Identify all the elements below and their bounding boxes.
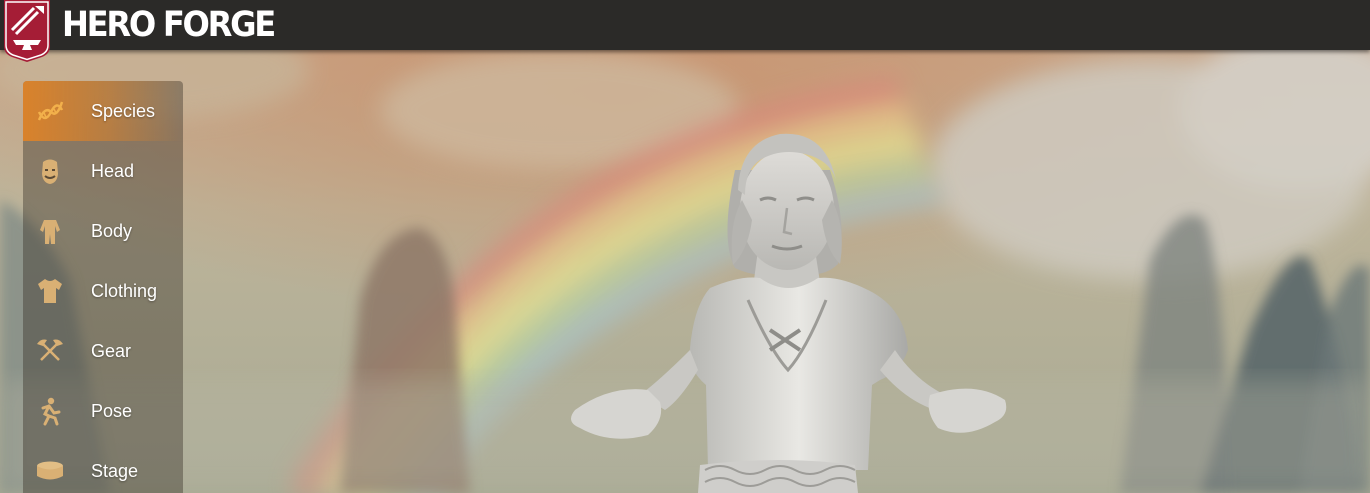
menu-label-clothing: Clothing xyxy=(91,280,158,301)
menu-item-clothing[interactable]: Clothing xyxy=(23,261,183,321)
base-icon xyxy=(35,456,65,486)
menu-item-body[interactable]: Body xyxy=(23,201,183,261)
menu-label-pose: Pose xyxy=(91,400,133,421)
hero-forge-app: HERO FORGE Species Head Body Clothing Ge… xyxy=(0,0,1370,493)
running-figure-icon xyxy=(35,396,65,426)
menu-item-head[interactable]: Head xyxy=(23,141,183,201)
menu-label-head: Head xyxy=(91,160,135,181)
scene-canvas xyxy=(0,50,1370,493)
menu-label-stage: Stage xyxy=(91,460,139,481)
customize-menu: Species Head Body Clothing Gear Pose Sta… xyxy=(23,81,183,493)
menu-item-stage[interactable]: Stage xyxy=(23,441,183,493)
menu-item-species[interactable]: Species xyxy=(23,81,183,141)
menu-item-pose[interactable]: Pose xyxy=(23,381,183,441)
dna-icon xyxy=(35,96,65,126)
hero-forge-logo-icon[interactable] xyxy=(4,0,50,62)
model-viewport[interactable] xyxy=(0,50,1370,493)
crossed-axes-icon xyxy=(35,336,65,366)
shirt-icon xyxy=(35,276,65,306)
top-bar: HERO FORGE xyxy=(0,0,1370,50)
menu-label-gear: Gear xyxy=(91,340,132,361)
menu-label-species: Species xyxy=(91,100,156,121)
body-icon xyxy=(35,216,65,246)
head-icon xyxy=(35,156,65,186)
menu-item-gear[interactable]: Gear xyxy=(23,321,183,381)
menu-label-body: Body xyxy=(91,220,133,241)
brand-wordmark[interactable]: HERO FORGE xyxy=(62,4,276,46)
